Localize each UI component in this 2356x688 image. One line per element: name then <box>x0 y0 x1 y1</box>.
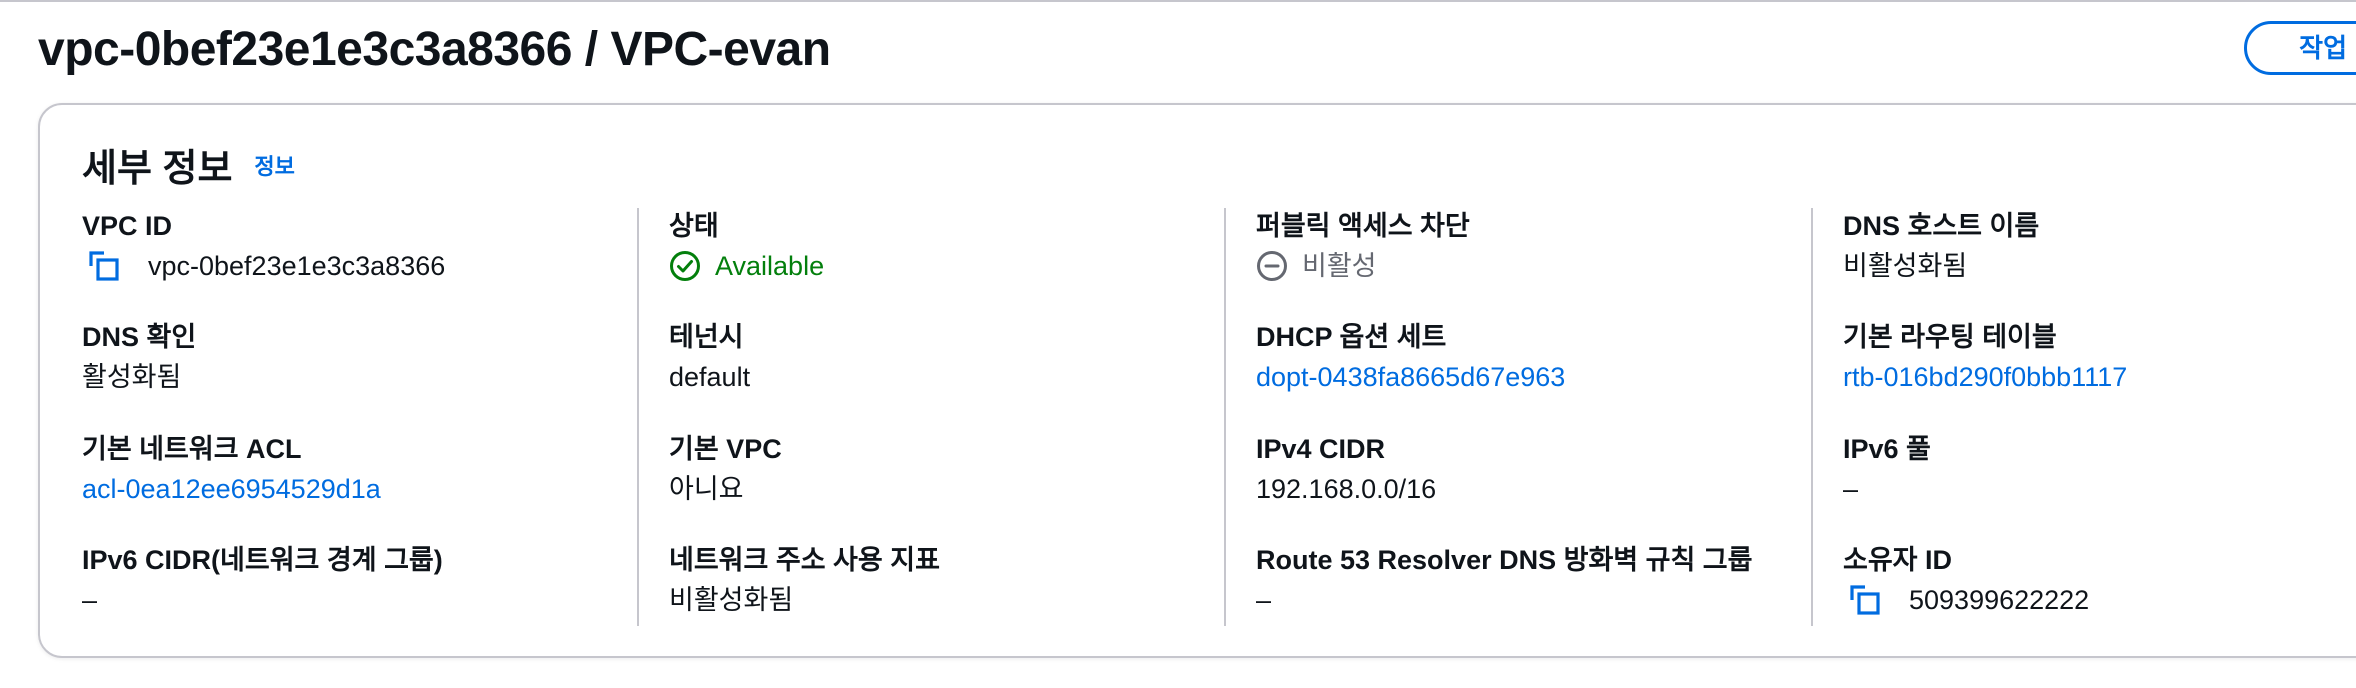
minus-circle-icon <box>1256 250 1288 282</box>
field-main-network-acl: 기본 네트워크 ACL acl-0ea12ee6954529d1a <box>82 431 381 509</box>
field-value: vpc-0bef23e1e3c3a8366 <box>148 251 446 281</box>
field-value: default <box>669 362 751 392</box>
info-link[interactable]: 정보 <box>254 154 294 179</box>
field-state: 상태 Available <box>669 208 824 286</box>
field-value: 192.168.0.0/16 <box>1256 474 1437 504</box>
field-owner-id: 소유자 ID 509399622222 <box>1843 542 2089 620</box>
field-vpc-id: VPC ID vpc-0bef23e1e3c3a8366 <box>82 208 445 286</box>
field-dns-hostnames: DNS 호스트 이름 비활성화됨 <box>1843 208 2039 286</box>
field-label: 기본 네트워크 ACL <box>82 434 302 464</box>
field-ipv4-cidr: IPv4 CIDR 192.168.0.0/16 <box>1256 431 1436 509</box>
field-value: 비활성화됨 <box>669 585 794 615</box>
details-column-2: 상태 Available 테넌시 default 기본 VPC 아니요 네트워크… <box>669 208 1214 626</box>
field-value: 509399622222 <box>1909 585 2090 615</box>
field-label: IPv4 CIDR <box>1256 434 1386 464</box>
dhcp-options-link[interactable]: dopt-0438fa8665d67e963 <box>1256 357 1565 397</box>
field-label: 퍼블릭 액세스 차단 <box>1256 211 1470 241</box>
field-main-route-table: 기본 라우팅 테이블 rtb-016bd290f0bbb1117 <box>1843 319 2127 397</box>
check-circle-icon <box>669 250 701 282</box>
field-value-row: vpc-0bef23e1e3c3a8366 <box>82 246 445 286</box>
field-dns-resolution: DNS 확인 활성화됨 <box>82 319 196 397</box>
status-inactive: 비활성 <box>1302 251 1377 281</box>
panel-header: 세부 정보 정보 <box>82 137 295 192</box>
field-label: Route 53 Resolver DNS 방화벽 규칙 그룹 <box>1256 545 1753 575</box>
page-title: vpc-0bef23e1e3c3a8366 / VPC-evan <box>38 23 831 76</box>
actions-button[interactable]: 작업▼ <box>2244 21 2356 75</box>
field-label: 소유자 ID <box>1843 545 1953 575</box>
details-column-3: 퍼블릭 액세스 차단 비활성 DHCP 옵션 세트 dopt-0438fa866… <box>1256 208 1816 626</box>
details-panel: 세부 정보 정보 VPC ID vpc-0bef23e1e3c3a8366 DNS… <box>38 103 2356 658</box>
field-label: VPC ID <box>82 211 173 241</box>
panel-title: 세부 정보 <box>82 148 233 190</box>
field-route53-resolver-firewall: Route 53 Resolver DNS 방화벽 규칙 그룹 – <box>1256 542 1752 620</box>
field-value: 아니요 <box>669 474 744 504</box>
route-table-link[interactable]: rtb-016bd290f0bbb1117 <box>1843 357 2127 397</box>
column-divider <box>1224 208 1226 626</box>
field-value: – <box>1843 474 1859 504</box>
field-value-row: Available <box>669 246 824 286</box>
field-default-vpc: 기본 VPC 아니요 <box>669 431 782 509</box>
copy-icon[interactable] <box>1849 584 1881 616</box>
field-ipv6-cidr: IPv6 CIDR(네트워크 경계 그룹) – <box>82 542 443 620</box>
field-label: DNS 확인 <box>82 322 197 352</box>
field-value-row: 비활성 <box>1256 246 1470 286</box>
field-label: DNS 호스트 이름 <box>1843 211 2040 241</box>
copy-icon[interactable] <box>88 250 120 282</box>
column-divider <box>637 208 639 626</box>
column-divider <box>1811 208 1813 626</box>
field-block-public-access: 퍼블릭 액세스 차단 비활성 <box>1256 208 1470 286</box>
field-network-address-usage-metrics: 네트워크 주소 사용 지표 비활성화됨 <box>669 542 940 620</box>
field-label: IPv6 풀 <box>1843 434 1931 464</box>
field-label: 상태 <box>669 211 719 241</box>
field-label: 네트워크 주소 사용 지표 <box>669 545 940 575</box>
field-label: 기본 라우팅 테이블 <box>1843 322 2057 352</box>
details-column-4: DNS 호스트 이름 비활성화됨 기본 라우팅 테이블 rtb-016bd290… <box>1843 208 2356 626</box>
field-label: IPv6 CIDR(네트워크 경계 그룹) <box>82 545 443 575</box>
field-dhcp-option-set: DHCP 옵션 세트 dopt-0438fa8665d67e963 <box>1256 319 1565 397</box>
status-available: Available <box>715 251 825 281</box>
field-label: DHCP 옵션 세트 <box>1256 322 1447 352</box>
field-value: 활성화됨 <box>82 362 182 392</box>
top-border <box>0 0 2356 2</box>
field-label: 테넌시 <box>669 322 744 352</box>
network-acl-link[interactable]: acl-0ea12ee6954529d1a <box>82 469 381 509</box>
field-value-row: 509399622222 <box>1843 580 2089 620</box>
field-label: 기본 VPC <box>669 434 782 464</box>
actions-button-label: 작업 <box>2299 33 2348 63</box>
field-tenancy: 테넌시 default <box>669 319 750 397</box>
field-ipv6-pool: IPv6 풀 – <box>1843 431 1931 509</box>
field-value: 비활성화됨 <box>1843 251 1968 281</box>
field-value: – <box>82 585 98 615</box>
details-column-1: VPC ID vpc-0bef23e1e3c3a8366 DNS 확인 활성화됨… <box>82 208 627 626</box>
field-value: – <box>1256 585 1272 615</box>
